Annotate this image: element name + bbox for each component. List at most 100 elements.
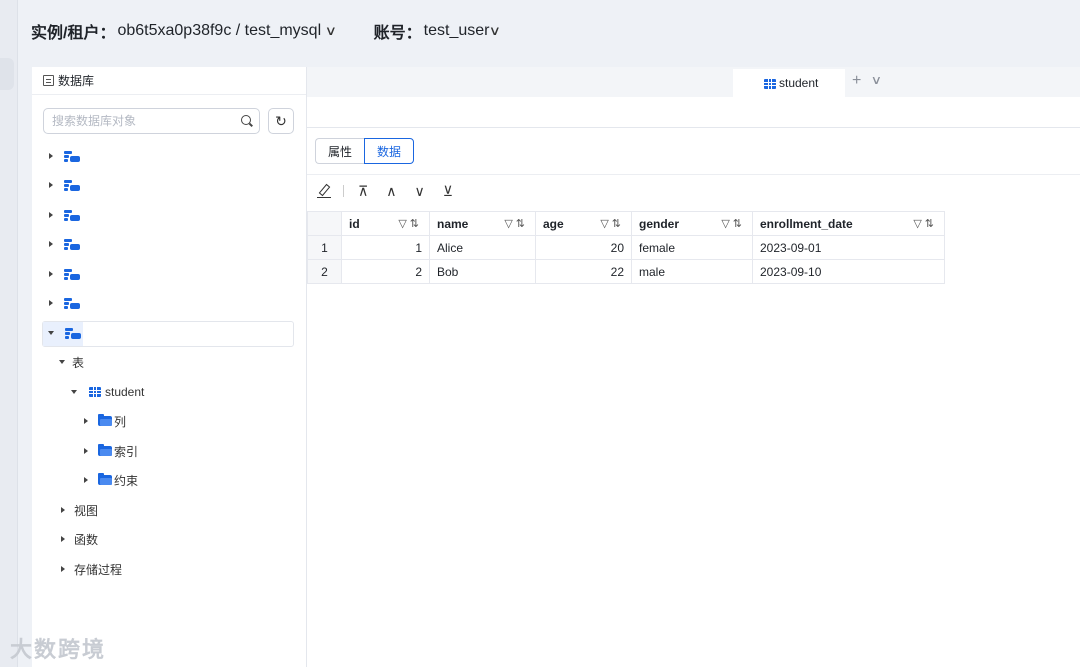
tab-list-chevron-down-icon[interactable]: ∨	[871, 73, 882, 87]
connection-header: 实例/租户： ob6t5xa0p38f9c / test_mysql ∨ 账号：…	[18, 0, 1080, 62]
caret-right-icon[interactable]	[61, 566, 65, 572]
left-nav-marker	[0, 58, 14, 90]
tab-bar: student + ∨	[307, 67, 1080, 97]
divider	[307, 127, 1080, 128]
tree-item-database[interactable]	[32, 261, 307, 287]
column-title: enrollment_date	[760, 216, 853, 231]
database-icon	[64, 179, 80, 191]
tree-item-database[interactable]	[32, 143, 307, 169]
column-header-age[interactable]: age ▽⇅	[535, 211, 632, 236]
cell-name[interactable]: Bob	[429, 259, 536, 284]
caret-down-icon[interactable]	[59, 360, 65, 364]
sidebar-title: 数据库	[58, 74, 95, 88]
database-sidebar: 数据库 ↻ 表 student 列	[32, 67, 307, 667]
cell-enrollment-date[interactable]: 2023-09-01	[752, 235, 945, 260]
tree-label-views: 视图	[74, 503, 99, 518]
account-selector[interactable]: 账号： test_user ∨	[373, 19, 502, 43]
toolbar-divider	[343, 185, 344, 197]
account-label: 账号：	[373, 25, 422, 42]
caret-right-icon[interactable]	[49, 182, 53, 188]
main-panel: student + ∨ 属性 数据 ⊼ ∧ ∨ ⊻ id ▽⇅ name ▽⇅ ag…	[307, 67, 1080, 667]
sidebar-header: 数据库	[32, 67, 306, 95]
tree-item-table-student[interactable]: student	[32, 379, 307, 405]
caret-right-icon[interactable]	[49, 271, 53, 277]
caret-right-icon[interactable]	[61, 536, 65, 542]
instance-selector[interactable]: ob6t5xa0p38f9c / test_mysql	[117, 22, 321, 40]
filter-sort-icon[interactable]: ▽⇅	[721, 217, 745, 230]
row-number: 1	[307, 235, 342, 260]
row-number-header	[307, 211, 342, 236]
cell-enrollment-date[interactable]: 2023-09-10	[752, 259, 945, 284]
filter-sort-icon[interactable]: ▽⇅	[398, 217, 422, 230]
tree-item-database-expanded[interactable]	[32, 320, 307, 346]
column-header-name[interactable]: name ▽⇅	[429, 211, 536, 236]
caret-right-icon[interactable]	[49, 212, 53, 218]
cell-gender[interactable]: male	[631, 259, 753, 284]
cell-age[interactable]: 20	[535, 235, 632, 260]
column-title: gender	[639, 216, 680, 231]
tree-item-procedures[interactable]: 存储过程	[32, 556, 307, 582]
caret-down-icon[interactable]	[48, 331, 54, 335]
data-grid: id ▽⇅ name ▽⇅ age ▽⇅ gender ▽⇅ enrollment_da…	[307, 211, 945, 284]
left-nav-strip	[0, 0, 18, 667]
cell-name[interactable]: Alice	[429, 235, 536, 260]
search-input[interactable]	[43, 108, 260, 134]
instance-chevron-down-icon[interactable]: ∨	[325, 23, 337, 39]
caret-right-icon[interactable]	[84, 448, 88, 454]
caret-right-icon[interactable]	[49, 241, 53, 247]
tree-item-tables[interactable]: 表	[32, 349, 307, 375]
search-icon[interactable]	[241, 115, 251, 125]
move-down-icon[interactable]: ∨	[415, 183, 425, 200]
column-title: id	[349, 216, 360, 231]
caret-right-icon[interactable]	[84, 477, 88, 483]
tree-item-database[interactable]	[32, 172, 307, 198]
database-icon	[64, 297, 80, 309]
move-to-first-icon[interactable]: ⊼	[358, 183, 368, 200]
table-row[interactable]: 1 1 Alice 20 female 2023-09-01	[307, 235, 945, 260]
caret-right-icon[interactable]	[84, 418, 88, 424]
move-to-last-icon[interactable]: ⊻	[443, 183, 453, 200]
add-tab-icon[interactable]: +	[852, 72, 861, 90]
refresh-button[interactable]: ↻	[268, 108, 294, 134]
database-icon	[64, 150, 80, 162]
tab-properties[interactable]: 属性	[315, 138, 365, 164]
tree-item-views[interactable]: 视图	[32, 497, 307, 523]
account-value[interactable]: test_user	[424, 22, 490, 40]
tree-item-database[interactable]	[32, 202, 307, 228]
caret-right-icon[interactable]	[61, 507, 65, 513]
tree-label-tables: 表	[72, 355, 85, 370]
tree-item-database[interactable]	[32, 290, 307, 316]
caret-right-icon[interactable]	[49, 300, 53, 306]
tree-item-indexes[interactable]: 索引	[32, 438, 307, 464]
database-icon	[64, 238, 80, 250]
tree-item-constraints[interactable]: 约束	[32, 467, 307, 493]
table-row[interactable]: 2 2 Bob 22 male 2023-09-10	[307, 259, 945, 284]
filter-sort-icon[interactable]: ▽⇅	[504, 217, 528, 230]
row-number: 2	[307, 259, 342, 284]
tab-student[interactable]: student	[733, 67, 845, 97]
cell-id[interactable]: 1	[341, 235, 430, 260]
tree-item-columns[interactable]: 列	[32, 408, 307, 434]
edit-icon[interactable]	[317, 184, 331, 198]
column-header-id[interactable]: id ▽⇅	[341, 211, 430, 236]
grid-toolbar: ⊼ ∧ ∨ ⊻	[317, 180, 471, 202]
caret-down-icon[interactable]	[71, 390, 77, 394]
move-up-icon[interactable]: ∧	[386, 183, 396, 200]
tree-label-procedures: 存储过程	[74, 562, 123, 577]
cell-age[interactable]: 22	[535, 259, 632, 284]
filter-sort-icon[interactable]: ▽⇅	[913, 217, 937, 230]
cell-gender[interactable]: female	[631, 235, 753, 260]
tree-label-functions: 函数	[74, 532, 99, 547]
tab-label: student	[779, 76, 819, 90]
cell-id[interactable]: 2	[341, 259, 430, 284]
tab-data[interactable]: 数据	[364, 138, 415, 164]
column-header-enrollment-date[interactable]: enrollment_date ▽⇅	[752, 211, 945, 236]
filter-sort-icon[interactable]: ▽⇅	[600, 217, 624, 230]
watermark: 大数跨境	[10, 637, 107, 662]
account-chevron-down-icon[interactable]: ∨	[489, 23, 501, 39]
caret-right-icon[interactable]	[49, 153, 53, 159]
tree-item-database[interactable]	[32, 231, 307, 257]
tree-item-functions[interactable]: 函数	[32, 526, 307, 552]
column-header-gender[interactable]: gender ▽⇅	[631, 211, 753, 236]
view-mode-toggle: 属性 数据	[315, 138, 415, 164]
